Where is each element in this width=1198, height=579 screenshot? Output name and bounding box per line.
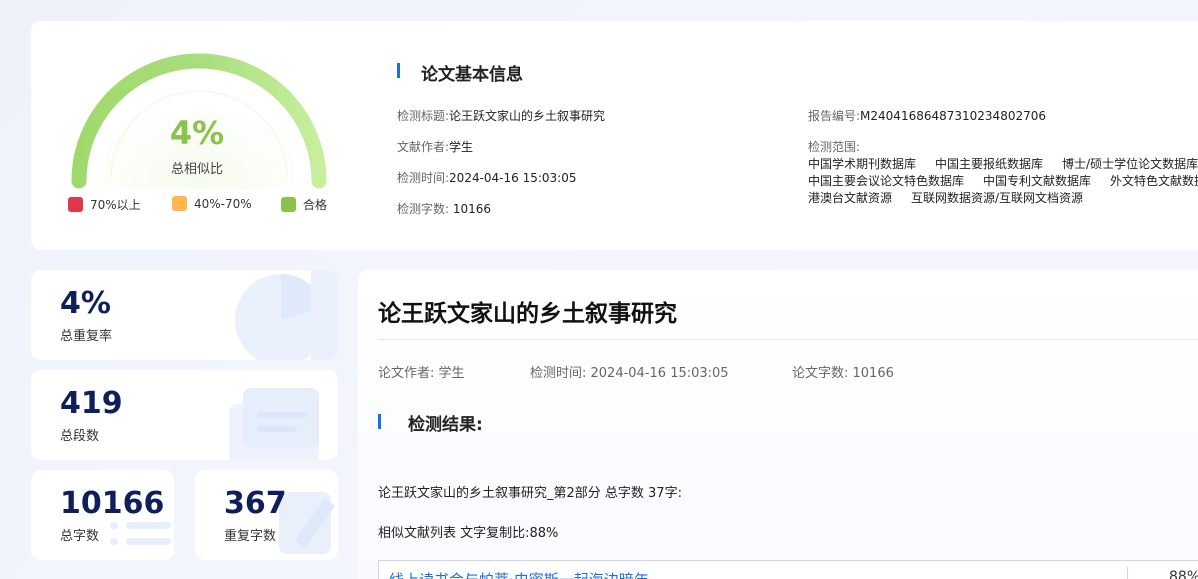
info-chars-value: 10166 (449, 202, 492, 216)
scope-item: 博士/硕士学位论文数据库 (1062, 157, 1198, 171)
similar-doc-link[interactable]: 线上读书会与帕蒂·史密斯一起海边暗年 (389, 569, 649, 579)
scope-row-1: 中国学术期刊数据库 中国主要报纸数据库 博士/硕士学位论文数据库 (808, 155, 1198, 172)
scope-item: 中国主要报纸数据库 (935, 157, 1044, 171)
repeat-chars-label: 重复字数 (224, 529, 277, 544)
info-author-value: 学生 (449, 140, 474, 154)
result-title: 检测结果: (408, 415, 483, 435)
scope-label: 检测范围: (808, 140, 861, 154)
stat-card-total-chars: 10166 总字数 (31, 470, 174, 560)
pie-chart-icon (235, 270, 338, 360)
report-summary-card: 4% 总相似比 70%以上 40%-70% 合格 论文基本信息 检测标题:论王跃… (31, 21, 1198, 250)
legend-item-high: 70%以上 (68, 196, 141, 213)
scope-item: 中国专利文献数据库 (983, 174, 1092, 188)
repeat-rate-value: 4% (60, 286, 111, 321)
paragraphs-value: 419 (60, 386, 123, 421)
similarity-value: 4% (169, 114, 225, 152)
info-chars-label: 检测字数: (397, 202, 450, 216)
similar-docs-summary: 相似文献列表 文字复制比:88% (378, 526, 559, 541)
info-title-row: 检测标题:论王跃文家山的乡土叙事研究 (397, 107, 605, 124)
info-chars-row: 检测字数: 10166 (397, 200, 491, 217)
column-divider (1127, 567, 1128, 579)
total-chars-label: 总字数 (60, 529, 100, 544)
scope-row-2: 中国主要会议论文特色数据库 中国专利文献数据库 外文特色文献数据 (808, 172, 1198, 189)
legend-swatch-high (68, 197, 83, 212)
report-number-label: 报告编号: (808, 109, 861, 123)
stat-card-repeat-chars: 367 重复字数 (195, 470, 338, 560)
info-author-row: 文献作者:学生 (397, 138, 473, 155)
legend-item-pass: 合格 (281, 196, 327, 213)
report-number-value: M240416864873102348027​06 (860, 109, 1046, 123)
stat-card-paragraphs: 419 总段数 (31, 370, 338, 460)
scope-item: 外文特色文献数据 (1110, 174, 1198, 188)
paragraphs-label: 总段数 (60, 429, 100, 444)
info-author-label: 文献作者: (397, 140, 450, 154)
section-marker (397, 63, 400, 78)
similar-doc-percent: 88% (1169, 569, 1198, 579)
info-time-label: 检测时间: (397, 171, 450, 185)
paper-author: 论文作者: 学生 (378, 366, 465, 381)
info-title-value: 论王跃文家山的乡土叙事研究 (449, 109, 606, 123)
info-title-label: 检测标题: (397, 109, 450, 123)
basic-info-title: 论文基本信息 (421, 65, 523, 85)
section-marker (378, 414, 381, 429)
legend-item-medium: 40%-70% (172, 196, 252, 211)
scope-item: 中国主要会议论文特色数据库 (808, 174, 965, 188)
legend-swatch-pass (281, 197, 296, 212)
part-summary: 论王跃文家山的乡土叙事研究_第2部分 总字数 37字: (378, 486, 682, 501)
legend-label-pass: 合格 (303, 198, 328, 212)
scope-item: 中国学术期刊数据库 (808, 157, 917, 171)
report-number-row: 报告编号:M240416864873102348027​06 (808, 107, 1046, 124)
scope-item: 互联网数据资源/互联网文档资源 (911, 191, 1084, 205)
legend-swatch-medium (172, 196, 187, 211)
repeat-rate-label: 总重复率 (60, 329, 113, 344)
repeat-chars-value: 367 (224, 486, 287, 521)
paper-title: 论王跃文家山的乡土叙事研究 (378, 301, 677, 327)
info-time-row: 检测时间:2024-04-16 15:03:05 (397, 169, 577, 186)
legend-label-high: 70%以上 (90, 198, 141, 212)
legend-label-medium: 40%-70% (194, 196, 252, 211)
scope-item: 港澳台文献资源 (808, 191, 893, 205)
document-stack-icon (229, 388, 319, 460)
paper-check-time: 检测时间: 2024-04-16 15:03:05 (530, 366, 729, 381)
paper-char-count: 论文字数: 10166 (792, 366, 894, 381)
similar-doc-row: 线上读书会与帕蒂·史密斯一起海边暗年 88% (378, 560, 1198, 579)
title-divider (378, 339, 1198, 340)
total-chars-value: 10166 (60, 486, 165, 521)
info-time-value: 2024-04-16 15:03:05 (449, 171, 577, 185)
stat-card-repeat-rate: 4% 总重复率 (31, 270, 338, 360)
similarity-label: 总相似比 (170, 162, 223, 177)
scope-row-3: 港澳台文献资源 互联网数据资源/互联网文档资源 (808, 189, 1102, 206)
detection-result-panel: 论王跃文家山的乡土叙事研究 论文作者: 学生 检测时间: 2024-04-16 … (358, 270, 1198, 579)
